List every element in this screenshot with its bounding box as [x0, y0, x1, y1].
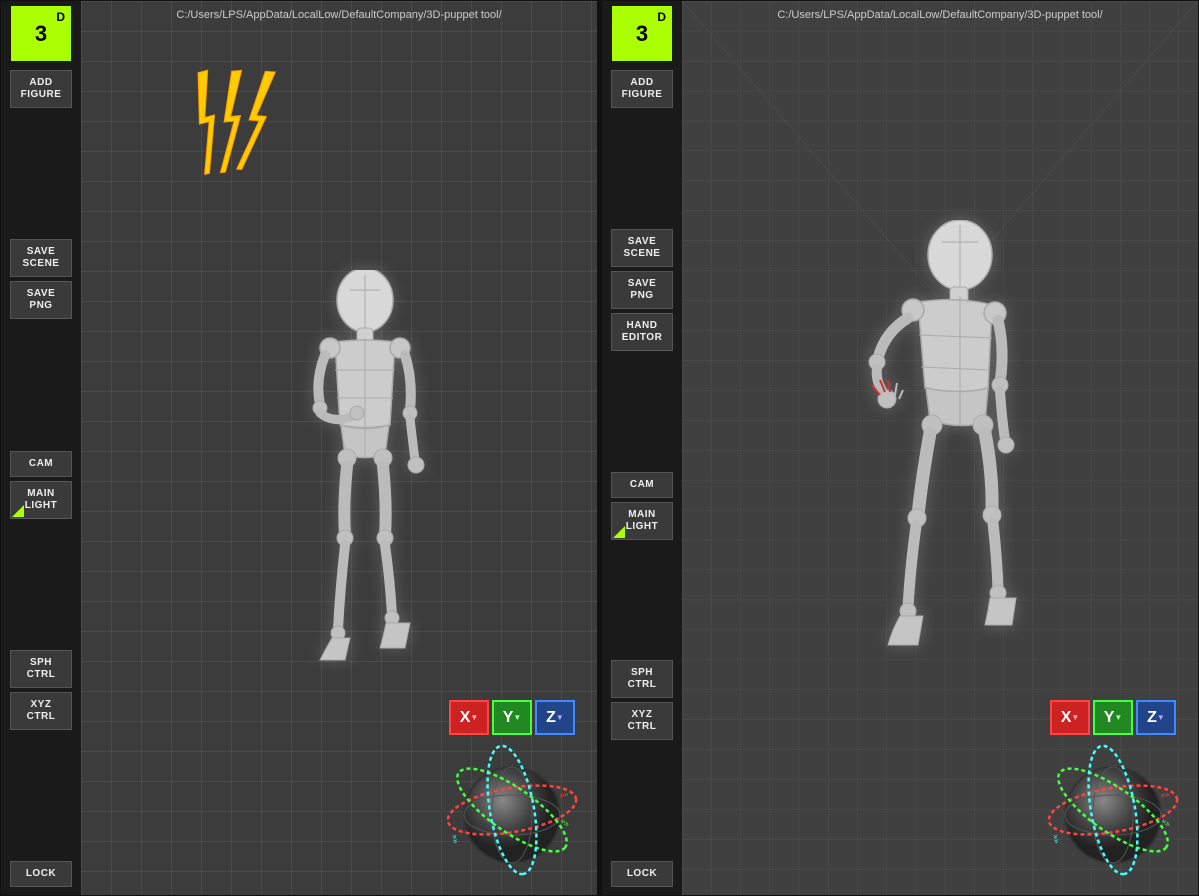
main-light-indicator-left — [12, 505, 24, 517]
lock-button-right[interactable]: LOCK — [611, 861, 673, 887]
arrows-decoration-left — [181, 61, 301, 186]
logo-superscript: D — [56, 10, 65, 24]
left-panel: 3 D ADDFIGURE SAVESCENE SAVEPNG CAM MAIN… — [0, 0, 598, 896]
xyz-buttons-left: X ▼ Y ▼ Z ▼ — [449, 700, 575, 735]
main-light-wrapper-left: MAINLIGHT — [10, 481, 72, 519]
save-png-button-right[interactable]: SAVEPNG — [611, 271, 673, 309]
logo-text-right: 3 — [636, 21, 648, 47]
save-png-button-left[interactable]: SAVEPNG — [10, 281, 72, 319]
figure-svg-right — [830, 220, 1070, 720]
lock-button-left[interactable]: LOCK — [10, 861, 72, 887]
add-figure-button-right[interactable]: ADDFIGURE — [611, 70, 673, 108]
figure-right[interactable] — [830, 220, 1070, 725]
rotation-ring-left[interactable]: »» »» »» — [442, 740, 582, 880]
save-scene-button-right[interactable]: SAVESCENE — [611, 229, 673, 267]
rotation-ring-right[interactable]: »» »» »» — [1043, 740, 1183, 880]
svg-text:»»: »» — [1160, 789, 1171, 800]
right-panel: 3 D ADDFIGURE SAVESCENE SAVEPNG HANDEDIT… — [601, 0, 1199, 896]
logo-text: 3 — [35, 21, 47, 47]
logo-button-left[interactable]: 3 D — [11, 6, 71, 61]
sph-ctrl-button-left[interactable]: SPHCTRL — [10, 650, 72, 688]
main-light-indicator-right — [613, 526, 625, 538]
xyz-buttons-right: X ▼ Y ▼ Z ▼ — [1050, 700, 1176, 735]
cam-button-left[interactable]: CAM — [10, 451, 72, 477]
z-axis-button-left[interactable]: Z ▼ — [535, 700, 575, 735]
left-sidebar: 3 D ADDFIGURE SAVESCENE SAVEPNG CAM MAIN… — [1, 1, 81, 895]
right-viewport[interactable]: C:/Users/LPS/AppData/LocalLow/DefaultCom… — [682, 1, 1198, 895]
x-axis-button-left[interactable]: X ▼ — [449, 700, 489, 735]
xyz-ctrl-button-left[interactable]: XYZCTRL — [10, 692, 72, 730]
right-sidebar: 3 D ADDFIGURE SAVESCENE SAVEPNG HANDEDIT… — [602, 1, 682, 895]
logo-button-right[interactable]: 3 D — [612, 6, 672, 61]
path-title-right: C:/Users/LPS/AppData/LocalLow/DefaultCom… — [777, 9, 1102, 21]
svg-text:»»: »» — [450, 834, 461, 845]
hand-editor-button-right[interactable]: HANDEDITOR — [611, 313, 673, 351]
xyz-ctrl-button-right[interactable]: XYZCTRL — [611, 702, 673, 740]
left-viewport[interactable]: C:/Users/LPS/AppData/LocalLow/DefaultCom… — [81, 1, 597, 895]
y-axis-button-left[interactable]: Y ▼ — [492, 700, 532, 735]
svg-text:»»: »» — [1051, 834, 1062, 845]
cam-button-right[interactable]: CAM — [611, 472, 673, 498]
path-title-left: C:/Users/LPS/AppData/LocalLow/DefaultCom… — [176, 9, 501, 21]
xyz-controls-right: X ▼ Y ▼ Z ▼ — [1043, 700, 1183, 880]
sph-ctrl-button-right[interactable]: SPHCTRL — [611, 660, 673, 698]
y-axis-button-right[interactable]: Y ▼ — [1093, 700, 1133, 735]
x-axis-button-right[interactable]: X ▼ — [1050, 700, 1090, 735]
save-scene-button-left[interactable]: SAVESCENE — [10, 239, 72, 277]
figure-svg-left — [265, 270, 465, 730]
logo-superscript-right: D — [657, 10, 666, 24]
add-figure-button-left[interactable]: ADDFIGURE — [10, 70, 72, 108]
svg-text:»»: »» — [559, 789, 570, 800]
main-light-wrapper-right: MAINLIGHT — [611, 502, 673, 540]
xyz-controls-left: X ▼ Y ▼ Z ▼ — [442, 700, 582, 880]
figure-left[interactable] — [265, 270, 465, 735]
z-axis-button-right[interactable]: Z ▼ — [1136, 700, 1176, 735]
